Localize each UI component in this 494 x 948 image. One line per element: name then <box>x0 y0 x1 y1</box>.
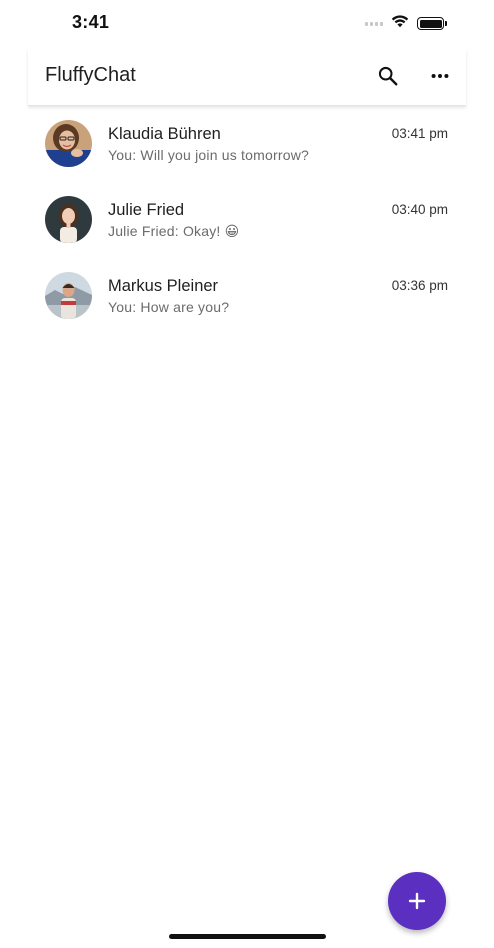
wifi-icon <box>391 14 409 33</box>
avatar[interactable] <box>45 196 92 243</box>
new-chat-button[interactable] <box>388 872 446 930</box>
chat-list-item[interactable]: Markus Pleiner 03:36 pm You: How are you… <box>28 259 466 335</box>
search-icon <box>378 66 398 86</box>
chat-name: Julie Fried <box>108 201 185 219</box>
chat-time: 03:40 pm <box>391 202 448 217</box>
avatar[interactable] <box>45 120 92 167</box>
chat-preview: You: Will you join us tomorrow? <box>108 147 309 163</box>
plus-icon <box>408 892 426 910</box>
app-bar-actions <box>376 64 452 88</box>
avatar-klaudia <box>45 120 92 167</box>
status-time: 3:41 <box>72 12 110 32</box>
app-bar: FluffyChat <box>28 48 466 106</box>
avatar[interactable] <box>45 272 92 319</box>
signal-icon <box>365 21 383 26</box>
battery-icon <box>417 17 447 30</box>
chat-name: Klaudia Bühren <box>108 125 221 143</box>
status-bar: 3:41 <box>0 0 494 46</box>
avatar-markus <box>45 272 92 319</box>
chat-list: Klaudia Bühren 03:41 pm You: Will you jo… <box>28 107 466 335</box>
chat-list-item[interactable]: Klaudia Bühren 03:41 pm You: Will you jo… <box>28 107 466 183</box>
home-indicator[interactable] <box>169 934 326 939</box>
more-horizontal-icon <box>431 73 449 79</box>
app-title: FluffyChat <box>45 64 136 86</box>
avatar-julie <box>45 196 92 243</box>
chat-time: 03:41 pm <box>391 126 448 141</box>
chat-preview: You: How are you? <box>108 299 230 315</box>
chat-preview: Julie Fried: Okay! 😀 <box>108 223 240 239</box>
status-icons <box>365 14 447 33</box>
more-options-button[interactable] <box>428 64 452 88</box>
chat-list-item[interactable]: Julie Fried 03:40 pm Julie Fried: Okay! … <box>28 183 466 259</box>
search-button[interactable] <box>376 64 400 88</box>
chat-time: 03:36 pm <box>391 278 448 293</box>
chat-name: Markus Pleiner <box>108 277 219 295</box>
